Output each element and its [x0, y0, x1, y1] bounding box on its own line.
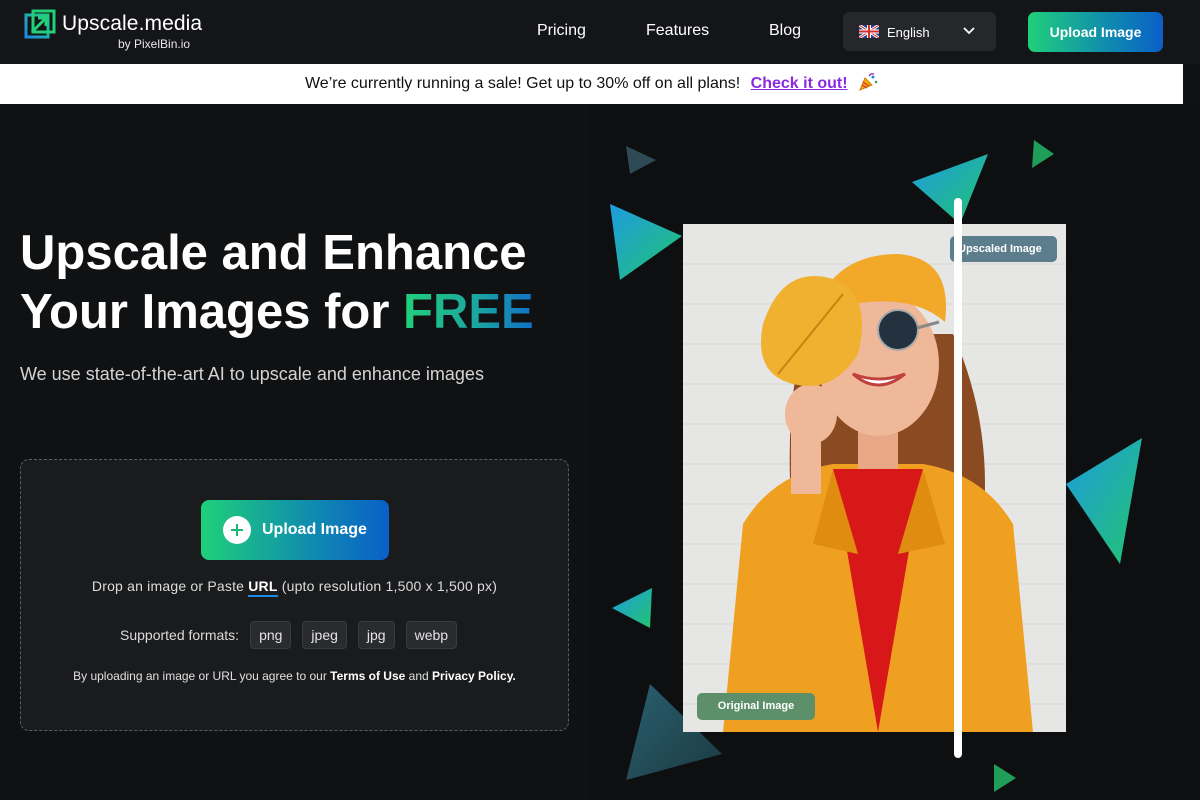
format-chip: webp — [405, 621, 458, 649]
brand-name: Upscale.media — [62, 12, 203, 35]
top-header: Upscale.media by PixelBin.io Pricing Fea… — [0, 0, 1200, 64]
triangle-shape — [1032, 140, 1054, 168]
hero-title: Upscale and Enhance Your Images for FREE — [20, 224, 580, 342]
supported-formats: Supported formats: png jpeg jpg webp — [120, 621, 458, 649]
upscaled-image-tag: Upscaled Image — [950, 236, 1057, 262]
format-chip: jpg — [357, 621, 395, 649]
triangle-shape — [912, 154, 988, 224]
terms-mid: and — [405, 669, 433, 683]
nav-pricing[interactable]: Pricing — [537, 22, 586, 40]
format-chip: jpeg — [302, 621, 347, 649]
terms-of-use-link[interactable]: Terms of Use — [330, 669, 405, 683]
brand-byline: by PixelBin.io — [118, 37, 191, 51]
terms-prefix: By uploading an image or URL you agree t… — [73, 669, 331, 683]
comparison-photo — [683, 224, 1066, 732]
comparison-slider-handle[interactable] — [954, 198, 962, 758]
drop-instructions: Drop an image or Paste URL (upto resolut… — [21, 578, 568, 597]
sale-banner-text: We’re currently running a sale! Get up t… — [304, 75, 741, 92]
brand-logo[interactable]: Upscale.media by PixelBin.io — [24, 9, 214, 55]
privacy-policy-link[interactable]: Privacy Policy. — [432, 669, 516, 683]
header-upload-button[interactable]: Upload Image — [1028, 12, 1163, 52]
format-chip: png — [250, 621, 292, 649]
sale-banner: We’re currently running a sale! Get up t… — [0, 64, 1183, 104]
hero-title-highlight: FREE — [403, 285, 534, 339]
sale-banner-link[interactable]: Check it out! — [751, 75, 848, 92]
upscale-arrow-icon — [24, 9, 56, 39]
hero-subtitle: We use state-of-the-art AI to upscale an… — [20, 364, 484, 384]
chevron-down-icon — [963, 27, 975, 35]
nav-blog[interactable]: Blog — [769, 22, 801, 40]
original-image-tag: Original Image — [697, 693, 815, 720]
plus-circle-icon — [223, 516, 251, 544]
triangle-shape — [994, 764, 1016, 792]
triangle-shape — [610, 204, 682, 280]
triangle-shape — [626, 146, 656, 174]
nav-features[interactable]: Features — [646, 22, 709, 40]
drop-suffix: (upto resolution 1,500 x 1,500 px) — [277, 578, 498, 594]
upload-dropzone[interactable]: Upload Image Drop an image or Paste URL … — [20, 459, 569, 731]
upload-image-button[interactable]: Upload Image — [201, 500, 389, 560]
upload-image-label: Upload Image — [262, 521, 367, 538]
paste-url-link[interactable]: URL — [248, 578, 278, 597]
hero-title-line1: Upscale and Enhance — [20, 226, 527, 280]
drop-prefix: Drop an image or Paste — [91, 578, 249, 594]
triangle-shape — [1066, 438, 1142, 564]
terms-notice: By uploading an image or URL you agree t… — [21, 669, 568, 683]
party-popper-icon — [859, 73, 878, 91]
language-select[interactable]: English — [843, 12, 996, 51]
hero-title-line2: Your Images for — [20, 285, 404, 339]
language-label: English — [887, 25, 930, 40]
woman-portrait-image — [683, 224, 1066, 732]
uk-flag-icon — [859, 25, 879, 38]
triangle-shape — [612, 588, 652, 628]
formats-label: Supported formats: — [120, 627, 240, 643]
